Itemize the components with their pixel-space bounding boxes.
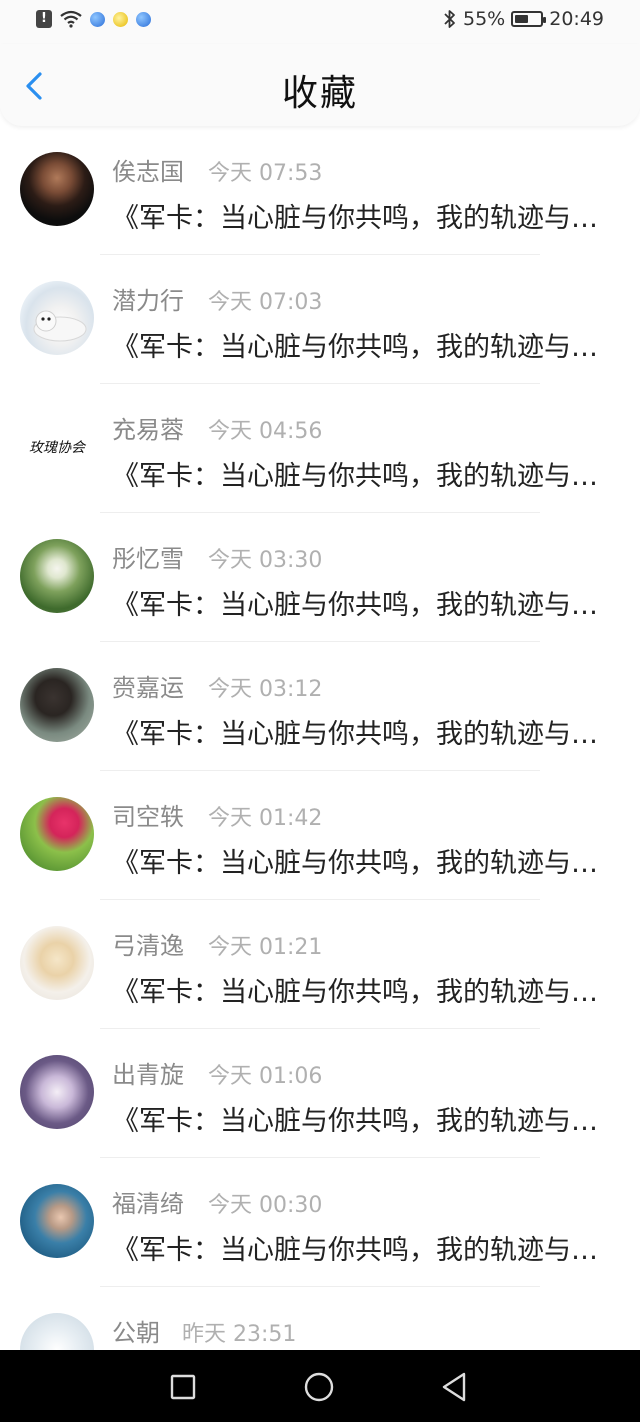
list-item[interactable]: 潜力行 今天 07:03 《军卡：当心脏与你共鸣，我的轨迹与你同在》 xyxy=(0,255,640,384)
timestamp: 今天 03:12 xyxy=(208,677,323,702)
list-item[interactable]: 出青旋 今天 01:06 《军卡：当心脏与你共鸣，我的轨迹与你同在》 xyxy=(0,1029,640,1158)
status-system: 55% 20:49 xyxy=(443,8,604,30)
sender-name: 司空轶 xyxy=(112,803,184,831)
battery-level xyxy=(515,15,529,23)
avatar[interactable] xyxy=(20,281,94,355)
avatar[interactable] xyxy=(20,1184,94,1258)
timestamp: 今天 04:56 xyxy=(208,419,323,444)
avatar[interactable] xyxy=(20,797,94,871)
message-preview: 《军卡：当心脏与你共鸣，我的轨迹与你同在》 xyxy=(112,848,604,879)
app-notification-icon xyxy=(136,11,151,27)
avatar-logo-text: 玫瑰协会 xyxy=(29,440,85,456)
square-icon xyxy=(170,1374,196,1400)
system-navigation-bar xyxy=(0,1350,640,1422)
app-notification-icon xyxy=(90,11,105,27)
app-notification-icon xyxy=(113,11,128,27)
message-preview: 《军卡：当心脏与你共鸣，我的轨迹与你同在》 xyxy=(112,590,604,621)
triangle-back-icon xyxy=(442,1372,466,1402)
sender-name: 弓清逸 xyxy=(112,932,184,960)
list-item[interactable]: 司空轶 今天 01:42 《军卡：当心脏与你共鸣，我的轨迹与你同在》 xyxy=(0,771,640,900)
timestamp: 今天 03:30 xyxy=(208,548,323,573)
avatar[interactable] xyxy=(20,539,94,613)
header: 收藏 xyxy=(0,44,640,126)
page-title: 收藏 xyxy=(281,73,358,114)
avatar[interactable] xyxy=(20,1055,94,1129)
timestamp: 今天 00:30 xyxy=(208,1193,323,1218)
avatar[interactable] xyxy=(20,926,94,1000)
timestamp: 今天 01:06 xyxy=(208,1064,323,1089)
avatar[interactable] xyxy=(20,152,94,226)
avatar[interactable]: 玫瑰协会 xyxy=(20,410,94,484)
message-preview: 《军卡：当心脏与你共鸣，我的轨迹与你同在》 xyxy=(112,1106,604,1137)
wifi-icon xyxy=(60,10,82,28)
sender-name: 充易蓉 xyxy=(112,416,184,444)
list-item[interactable]: 弓清逸 今天 01:21 《军卡：当心脏与你共鸣，我的轨迹与你同在》 xyxy=(0,900,640,1029)
battery-percent: 55% xyxy=(463,8,506,30)
battery-icon xyxy=(511,11,547,27)
sender-name: 赍嘉运 xyxy=(112,674,184,702)
list-item[interactable]: 俟志国 今天 07:53 《军卡：当心脏与你共鸣，我的轨迹与你同在》 xyxy=(0,126,640,255)
back-nav-button[interactable] xyxy=(438,1370,472,1404)
bluetooth-icon xyxy=(444,10,455,28)
avatar[interactable] xyxy=(20,668,94,742)
seal-image xyxy=(33,310,87,342)
message-preview: 《军卡：当心脏与你共鸣，我的轨迹与你同在》 xyxy=(112,203,604,234)
sender-name: 公朝 xyxy=(112,1319,160,1347)
favorites-list: 俟志国 今天 07:53 《军卡：当心脏与你共鸣，我的轨迹与你同在》 潜力行 今… xyxy=(0,126,640,1416)
sender-name: 出青旋 xyxy=(112,1061,184,1089)
alert-icon: ! xyxy=(36,10,52,28)
clock: 20:49 xyxy=(549,8,604,30)
recent-apps-button[interactable] xyxy=(166,1370,200,1404)
list-item[interactable]: 彤忆雪 今天 03:30 《军卡：当心脏与你共鸣，我的轨迹与你同在》 xyxy=(0,513,640,642)
message-preview: 《军卡：当心脏与你共鸣，我的轨迹与你同在》 xyxy=(112,1235,604,1266)
sender-name: 俟志国 xyxy=(112,158,184,186)
timestamp: 今天 07:53 xyxy=(208,161,323,186)
timestamp: 今天 01:42 xyxy=(208,806,323,831)
home-button[interactable] xyxy=(302,1370,336,1404)
message-preview: 《军卡：当心脏与你共鸣，我的轨迹与你同在》 xyxy=(112,461,604,492)
message-preview: 《军卡：当心脏与你共鸣，我的轨迹与你同在》 xyxy=(112,332,604,363)
list-item[interactable]: 福清绮 今天 00:30 《军卡：当心脏与你共鸣，我的轨迹与你同在》 xyxy=(0,1158,640,1287)
timestamp: 今天 07:03 xyxy=(208,290,323,315)
circle-icon xyxy=(304,1372,334,1402)
list-item[interactable]: 赍嘉运 今天 03:12 《军卡：当心脏与你共鸣，我的轨迹与你同在》 xyxy=(0,642,640,771)
message-preview: 《军卡：当心脏与你共鸣，我的轨迹与你同在》 xyxy=(112,977,604,1008)
sender-name: 潜力行 xyxy=(112,287,184,315)
sender-name: 福清绮 xyxy=(112,1190,184,1218)
message-preview: 《军卡：当心脏与你共鸣，我的轨迹与你同在》 xyxy=(112,719,604,750)
sender-name: 彤忆雪 xyxy=(112,545,184,573)
timestamp: 昨天 23:51 xyxy=(182,1322,297,1347)
status-bar: ! 55% 20:49 xyxy=(0,0,640,44)
status-notifications: ! xyxy=(36,10,151,28)
timestamp: 今天 01:21 xyxy=(208,935,323,960)
list-item[interactable]: 玫瑰协会 充易蓉 今天 04:56 《军卡：当心脏与你共鸣，我的轨迹与你同在》 xyxy=(0,384,640,513)
